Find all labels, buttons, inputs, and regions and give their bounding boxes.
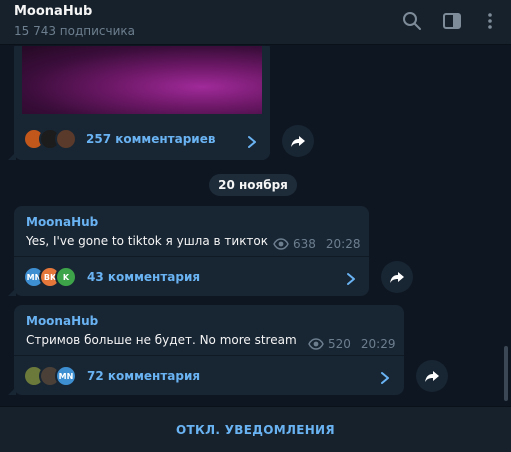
views-count: 638 bbox=[293, 237, 316, 251]
message-text: Стримов больше не будет. No more stream bbox=[26, 333, 297, 347]
search-icon[interactable] bbox=[400, 9, 424, 33]
message-meta: 638 20:28 bbox=[273, 236, 361, 252]
share-icon bbox=[291, 136, 305, 147]
chat-header: MoonaHub 15 743 подписчика bbox=[0, 0, 511, 45]
scrollbar[interactable] bbox=[504, 346, 508, 401]
eye-icon bbox=[273, 238, 289, 250]
chevron-right-icon bbox=[344, 271, 358, 285]
message-meta: 520 20:29 bbox=[308, 336, 396, 352]
sender-name[interactable]: MoonaHub bbox=[26, 215, 98, 229]
commenter-avatars bbox=[23, 128, 77, 150]
mute-notifications-button[interactable]: ОТКЛ. УВЕДОМЛЕНИЯ bbox=[176, 423, 335, 437]
commenter-avatars: MN bbox=[23, 365, 77, 387]
sender-name[interactable]: MoonaHub bbox=[26, 314, 98, 328]
sidebar-toggle-icon[interactable] bbox=[440, 9, 464, 33]
share-button[interactable] bbox=[416, 360, 448, 392]
comments-count-label: 257 комментариев bbox=[86, 132, 216, 146]
chevron-right-icon bbox=[245, 134, 259, 148]
comments-button[interactable]: MN 72 комментария bbox=[23, 365, 200, 387]
message-list[interactable]: 257 комментариев 20 ноября MoonaHub Yes,… bbox=[0, 46, 511, 406]
views-count: 520 bbox=[328, 337, 351, 351]
subscriber-count: 15 743 подписчика bbox=[14, 24, 136, 38]
share-icon bbox=[390, 272, 404, 283]
post-media-image[interactable] bbox=[22, 46, 262, 114]
message-time: 20:28 bbox=[325, 237, 361, 251]
footer-bar: ОТКЛ. УВЕДОМЛЕНИЯ bbox=[0, 406, 511, 452]
more-menu-icon[interactable] bbox=[478, 9, 502, 33]
share-button[interactable] bbox=[282, 125, 314, 157]
bubble-tail bbox=[8, 288, 16, 296]
comments-button[interactable]: MN BK K 43 комментария bbox=[23, 266, 200, 288]
comments-count-label: 72 комментария bbox=[87, 369, 201, 383]
share-icon bbox=[425, 371, 439, 382]
comments-button[interactable]: 257 комментариев bbox=[23, 128, 215, 150]
eye-icon bbox=[308, 338, 324, 350]
bubble-tail bbox=[8, 387, 16, 395]
share-button[interactable] bbox=[381, 261, 413, 293]
avatar bbox=[55, 128, 77, 150]
comments-count-label: 43 комментария bbox=[87, 270, 201, 284]
message-text: Yes, I've gone to tiktok я ушла в тикток bbox=[26, 234, 269, 248]
message-time: 20:29 bbox=[360, 337, 396, 351]
channel-title[interactable]: MoonaHub bbox=[14, 4, 92, 19]
chevron-right-icon bbox=[378, 370, 392, 384]
divider bbox=[14, 355, 404, 356]
commenter-avatars: MN BK K bbox=[23, 266, 77, 288]
divider bbox=[14, 256, 369, 257]
bubble-tail bbox=[8, 152, 16, 160]
date-separator: 20 ноября bbox=[209, 174, 297, 196]
avatar: K bbox=[55, 266, 77, 288]
avatar: MN bbox=[55, 365, 77, 387]
